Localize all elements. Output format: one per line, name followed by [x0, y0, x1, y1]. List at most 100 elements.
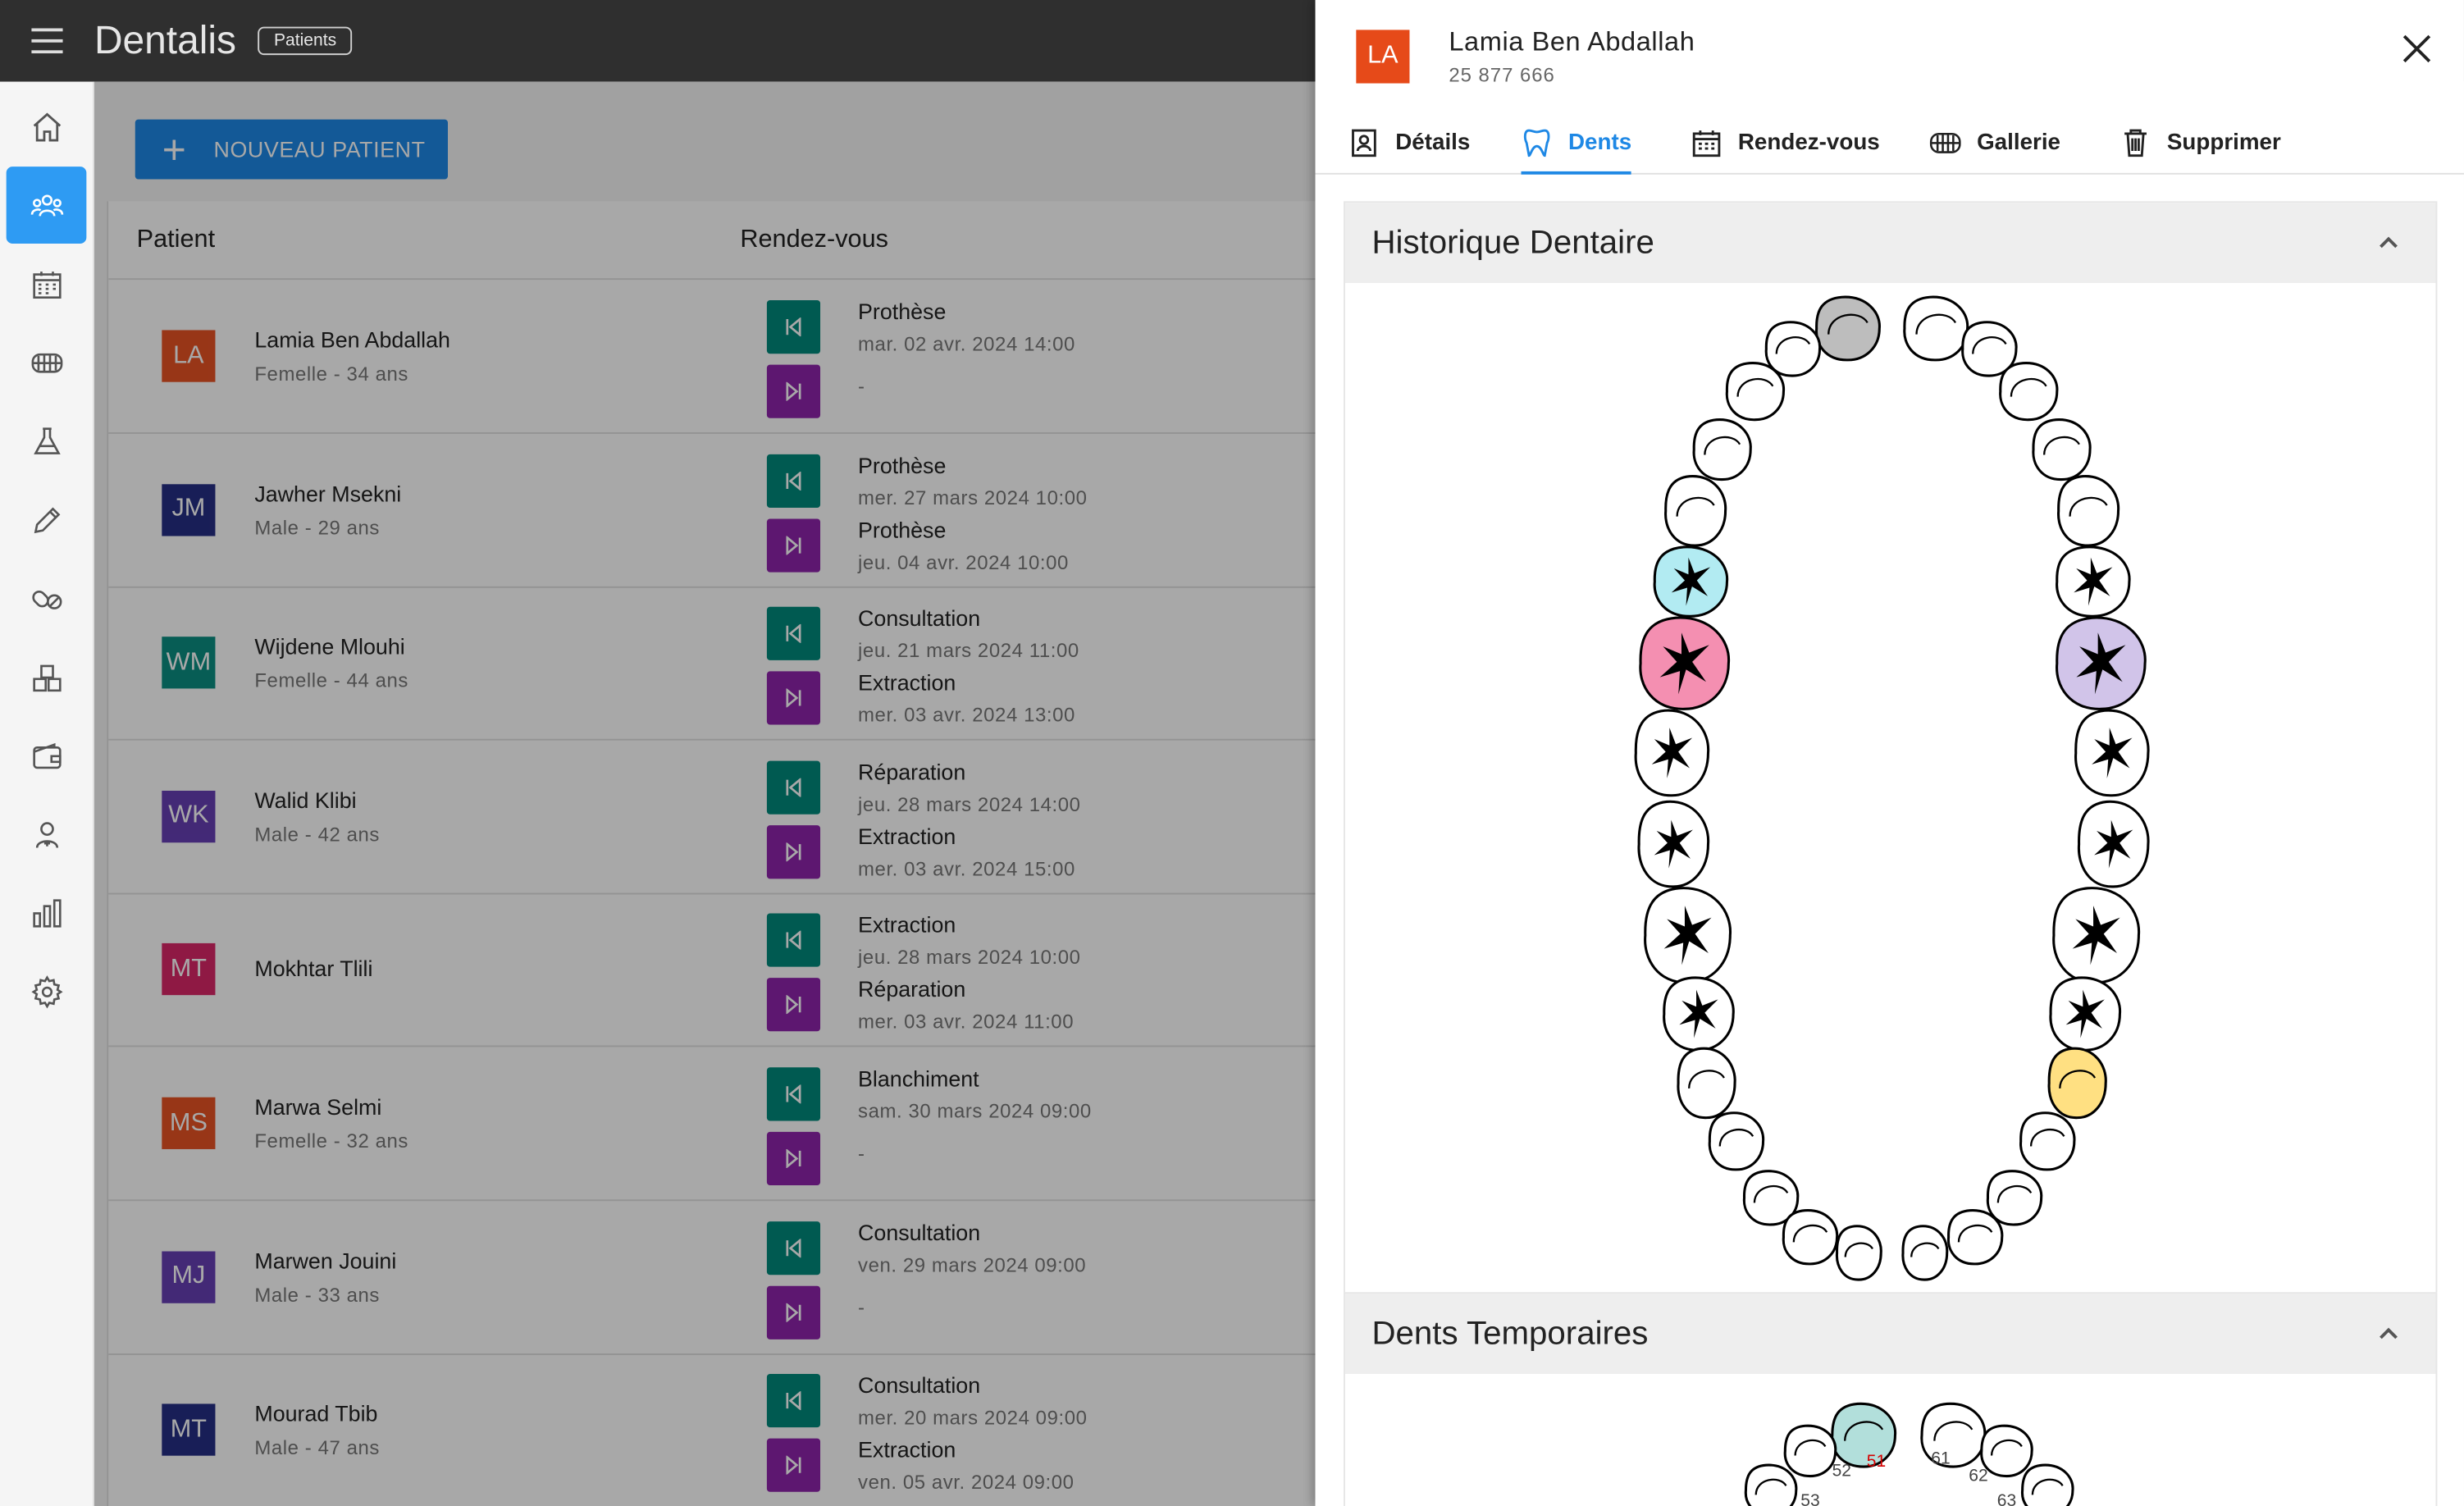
trash-icon — [2124, 128, 2147, 157]
tooth[interactable] — [1901, 1225, 1949, 1281]
tab-details[interactable]: Détails — [1348, 110, 1471, 175]
temporary-teeth-header[interactable]: Dents Temporaires — [1344, 1294, 2436, 1375]
drawer-tabs: Détails Dents Rendez-vous Gallerie Suppr… — [1315, 110, 2464, 175]
app-title: Dentalis — [94, 18, 236, 62]
menu-icon[interactable] — [0, 0, 94, 82]
tooth[interactable] — [2019, 1111, 2076, 1171]
tooth[interactable] — [1836, 1225, 1882, 1281]
tooth[interactable] — [1764, 321, 1822, 377]
tooth[interactable] — [1903, 295, 1969, 362]
pen-icon — [33, 506, 60, 533]
boxes-icon — [32, 664, 61, 691]
sidebar-item-prescriptions[interactable] — [7, 481, 87, 558]
tooth[interactable] — [2074, 709, 2150, 797]
dental-arch-icon — [1929, 131, 1961, 153]
temporary-tooth[interactable] — [1980, 1424, 2033, 1478]
tooth[interactable] — [1663, 976, 1735, 1052]
tooth[interactable] — [1639, 616, 1730, 710]
tooth[interactable] — [1634, 709, 1710, 797]
sidebar-item-dental[interactable] — [7, 324, 87, 401]
tooth-number-label: 52 — [1832, 1462, 1851, 1481]
tooth[interactable] — [1782, 1209, 1839, 1266]
flask-icon — [33, 427, 60, 454]
sidebar-item-lab[interactable] — [7, 403, 87, 480]
tab-label: Supprimer — [2166, 130, 2281, 155]
dental-chart — [1634, 295, 2150, 1281]
tab-teeth[interactable]: Dents — [1521, 110, 1632, 175]
pills-icon — [31, 590, 62, 609]
tooth[interactable] — [2056, 545, 2131, 618]
temporary-dental-chart: 52 51 61 62 53 63 — [1744, 1402, 2074, 1506]
home-icon — [32, 112, 61, 141]
temporary-teeth-panel: Dents Temporaires 52 51 61 62 53 63 — [1344, 1292, 2438, 1506]
sidebar — [0, 81, 94, 1506]
panel-title: Historique Dentaire — [1371, 224, 1654, 261]
avatar: LA — [1356, 30, 1410, 84]
tooth[interactable] — [1637, 800, 1710, 888]
tooth[interactable] — [2077, 800, 2150, 888]
sidebar-item-inventory[interactable] — [7, 638, 87, 715]
sidebar-item-settings[interactable] — [7, 952, 87, 1029]
stats-icon — [32, 898, 61, 927]
tab-gallery[interactable]: Gallerie — [1929, 110, 2061, 175]
staff-icon — [34, 821, 58, 847]
sidebar-item-staff[interactable] — [7, 796, 87, 873]
temporary-tooth[interactable] — [2021, 1463, 2074, 1506]
close-icon[interactable] — [2399, 31, 2434, 66]
tooth[interactable] — [1815, 295, 1881, 362]
tooth[interactable] — [1677, 1047, 1736, 1120]
sidebar-item-patients[interactable] — [6, 167, 87, 244]
sidebar-item-finance[interactable] — [7, 717, 87, 794]
overlay-scrim[interactable] — [94, 81, 1316, 1506]
temporary-tooth[interactable] — [1744, 1463, 1798, 1506]
dental-history-panel: Historique Dentaire — [1344, 201, 2438, 1294]
contact-card-icon — [1352, 128, 1376, 157]
tooth-number-label: 51 — [1867, 1452, 1886, 1471]
tooth-number-label: 63 — [1997, 1491, 2016, 1506]
dental-history-header[interactable]: Historique Dentaire — [1344, 203, 2436, 283]
tooth[interactable] — [1725, 362, 1785, 422]
patient-phone: 25 877 666 — [1449, 64, 1555, 87]
tooth-number-label: 62 — [1969, 1466, 1987, 1485]
patients-icon — [30, 194, 63, 216]
tooth[interactable] — [1653, 545, 1729, 618]
tooth[interactable] — [1947, 1209, 2004, 1266]
sidebar-item-home[interactable] — [7, 88, 87, 165]
settings-icon — [30, 974, 62, 1008]
tooth[interactable] — [1986, 1170, 2043, 1226]
breadcrumb[interactable]: Patients — [258, 26, 353, 56]
sidebar-item-medications[interactable] — [7, 559, 87, 637]
tab-appointments[interactable]: Rendez-vous — [1691, 110, 1880, 175]
chevron-up-icon[interactable] — [2376, 230, 2402, 255]
calendar-icon — [32, 271, 61, 299]
tooth[interactable] — [2056, 616, 2147, 710]
tooth-icon — [1523, 128, 1550, 157]
tooth[interactable] — [1644, 887, 1732, 984]
calendar-icon — [1692, 130, 1721, 157]
tab-label: Détails — [1395, 130, 1471, 155]
tooth[interactable] — [1999, 362, 2059, 422]
sidebar-item-statistics[interactable] — [7, 874, 87, 952]
tooth-number-label: 61 — [1931, 1449, 1950, 1467]
dental-arch-icon — [30, 352, 62, 372]
tooth[interactable] — [1664, 475, 1727, 547]
tab-delete[interactable]: Supprimer — [2119, 110, 2281, 175]
tab-label: Dents — [1567, 130, 1632, 155]
patient-drawer: LA Lamia Ben Abdallah 25 877 666 Détails… — [1315, 0, 2464, 1506]
patient-name: Lamia Ben Abdallah — [1449, 26, 1695, 57]
tooth[interactable] — [2047, 1047, 2107, 1120]
tooth[interactable] — [1692, 418, 1752, 481]
tab-label: Rendez-vous — [1737, 130, 1880, 155]
sidebar-item-calendar[interactable] — [7, 245, 87, 322]
tooth[interactable] — [2057, 475, 2120, 547]
tab-label: Gallerie — [1977, 130, 2061, 155]
tooth[interactable] — [1708, 1111, 1765, 1171]
tooth[interactable] — [2052, 887, 2141, 984]
tooth[interactable] — [2049, 976, 2121, 1052]
chevron-up-icon[interactable] — [2376, 1321, 2402, 1346]
wallet-icon — [32, 742, 61, 769]
tooth[interactable] — [2032, 418, 2092, 481]
tooth-number-label: 53 — [1800, 1491, 1819, 1506]
panel-title: Dents Temporaires — [1371, 1315, 1649, 1352]
temporary-tooth[interactable] — [1783, 1424, 1837, 1478]
